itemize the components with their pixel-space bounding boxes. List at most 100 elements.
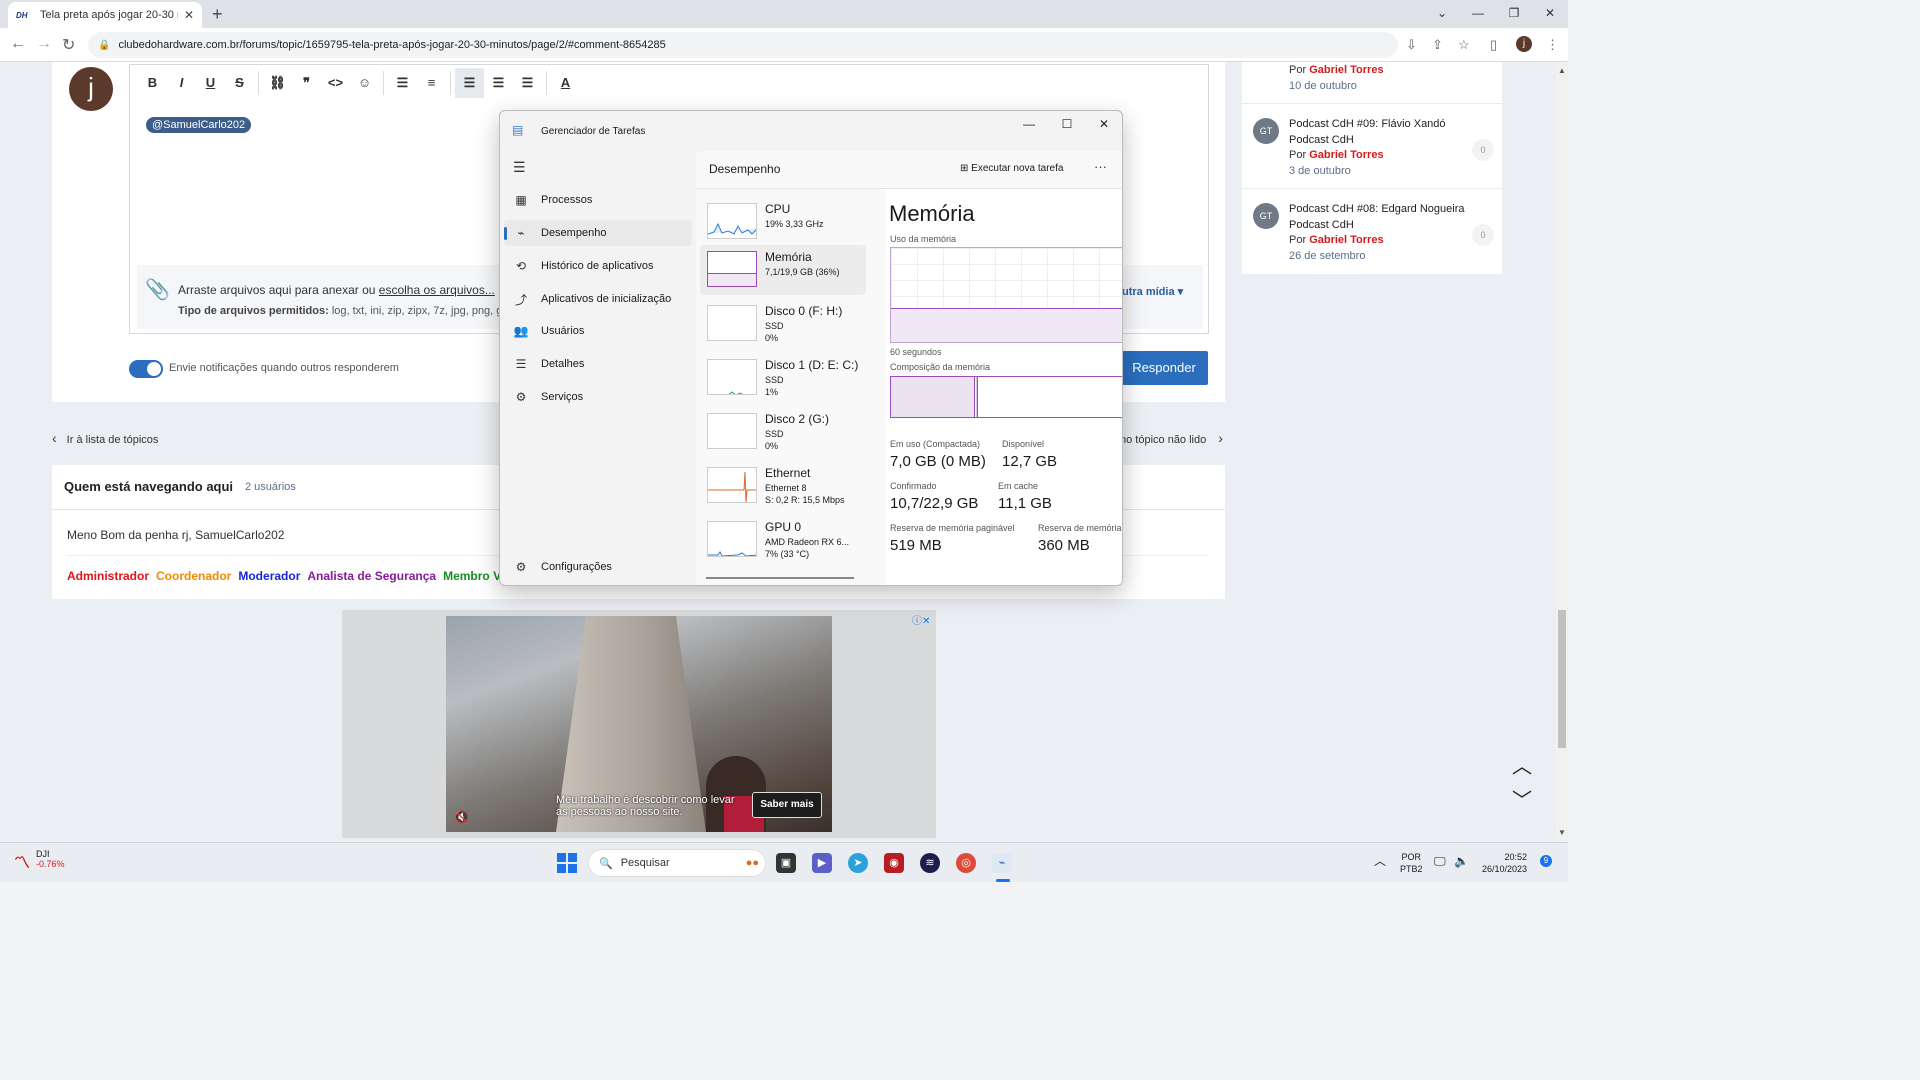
profile-avatar[interactable]: j <box>1516 36 1532 52</box>
back-icon[interactable]: ← <box>10 35 26 53</box>
list-item[interactable]: Por Gabriel Torres 10 de outubro <box>1242 62 1502 104</box>
align-right-icon[interactable]: ☰ <box>513 68 542 98</box>
reload-icon[interactable]: ↻ <box>62 35 75 55</box>
app-red-icon[interactable]: ◉ <box>884 853 904 873</box>
nav-configuracoes[interactable]: ⚙ Configurações <box>504 554 692 580</box>
code-icon[interactable]: <> <box>321 68 350 98</box>
avatar: GT <box>1253 203 1279 229</box>
start-button[interactable] <box>557 853 577 873</box>
align-left-icon[interactable]: ☰ <box>455 68 484 98</box>
stat-label: Confirmado <box>890 481 937 491</box>
page-scrollbar[interactable]: ▲ ▼ <box>1556 62 1568 842</box>
link-icon[interactable]: ⛓ <box>263 68 292 98</box>
close-tab-icon[interactable]: ✕ <box>184 8 194 22</box>
share-icon[interactable]: ⇪ <box>1432 37 1443 53</box>
italic-icon[interactable]: I <box>167 68 196 98</box>
install-icon[interactable]: ⇩ <box>1406 37 1417 53</box>
disk-graph-thumb <box>707 413 757 449</box>
resource-disco-0[interactable]: Disco 0 (F: H:) SSD 0% <box>700 299 866 349</box>
resource-detail: S: 0,2 R: 15,5 Mbps <box>765 495 845 505</box>
taskbar-search[interactable]: 🔍 Pesquisar ●● <box>588 849 766 877</box>
resource-ethernet[interactable]: Ethernet Ethernet 8 S: 0,2 R: 15,5 Mbps <box>700 461 866 511</box>
new-tab-icon[interactable]: + <box>212 4 223 25</box>
scrollbar-thumb[interactable] <box>1558 610 1566 748</box>
close-icon[interactable]: ✕ <box>1089 117 1119 131</box>
minimize-icon[interactable]: — <box>1460 0 1496 28</box>
run-new-task-button[interactable]: ⊞ Executar nova tarefa <box>960 163 1063 174</box>
language-indicator[interactable]: POR PTB2 <box>1400 851 1423 875</box>
task-view-icon[interactable]: ▣ <box>776 853 796 873</box>
bookmark-star-icon[interactable]: ☆ <box>1458 37 1470 53</box>
address-bar[interactable]: 🔒 clubedohardware.com.br/forums/topic/16… <box>88 32 1398 58</box>
task-manager-taskbar-icon[interactable]: ⌁ <box>992 853 1012 873</box>
font-color-icon[interactable]: A <box>551 68 580 98</box>
emoji-icon[interactable]: ☺ <box>350 68 379 98</box>
user-avatar[interactable]: j <box>69 67 113 111</box>
reply-button[interactable]: Responder <box>1120 351 1208 385</box>
nav-usuarios[interactable]: 👥 Usuários <box>504 318 692 344</box>
scroll-down-icon[interactable]: ﹀ <box>1512 784 1532 813</box>
maximize-icon[interactable]: ☐ <box>1052 117 1082 131</box>
nav-servicos[interactable]: ⚙ Serviços <box>504 384 692 410</box>
close-window-icon[interactable]: ✕ <box>1532 0 1568 28</box>
more-options-icon[interactable]: ··· <box>1094 159 1107 174</box>
chevron-right-icon: › <box>1218 430 1223 446</box>
notify-toggle[interactable] <box>129 360 163 378</box>
item-title[interactable]: Podcast CdH #09: Flávio Xandó Podcast Cd… <box>1289 116 1469 148</box>
nav-inicializacao[interactable]: ⤴ Aplicativos de inicialização <box>504 286 692 312</box>
list-item[interactable]: GT Podcast CdH #08: Edgard Nogueira Podc… <box>1242 190 1502 274</box>
resource-disco-2[interactable]: Disco 2 (G:) SSD 0% <box>700 407 866 457</box>
nav-detalhes[interactable]: ☰ Detalhes <box>504 351 692 377</box>
resource-cpu[interactable]: CPU 19% 3,33 GHz <box>700 197 866 247</box>
bold-icon[interactable]: B <box>138 68 167 98</box>
forward-icon[interactable]: → <box>36 35 52 53</box>
minimize-icon[interactable]: — <box>1014 117 1044 131</box>
chrome-icon[interactable]: ◎ <box>956 853 976 873</box>
lock-icon: 🔒 <box>98 39 111 51</box>
scrollbar-down-icon[interactable]: ▼ <box>1558 828 1566 837</box>
browser-tab[interactable]: DH Tela preta após jogar 20-30 min ✕ <box>8 2 202 28</box>
quote-icon[interactable]: ❞ <box>292 68 321 98</box>
back-to-topics-link[interactable]: ‹ Ir à lista de tópicos <box>52 430 158 446</box>
app-blue-icon[interactable]: ≋ <box>920 853 940 873</box>
item-title[interactable]: Podcast CdH #08: Edgard Nogueira Podcast… <box>1289 201 1469 233</box>
mention-chip[interactable]: @SamuelCarlo202 <box>146 117 252 133</box>
tab-search-icon[interactable]: ⌄ <box>1424 0 1460 28</box>
choose-files-link[interactable]: escolha os arquivos... <box>379 283 495 297</box>
volume-icon[interactable]: 🔈 <box>1454 855 1469 867</box>
menu-kebab-icon[interactable]: ⋮ <box>1546 37 1559 53</box>
tray-chevron-icon[interactable]: ︿ <box>1374 855 1386 867</box>
list-item[interactable]: GT Podcast CdH #09: Flávio Xandó Podcast… <box>1242 105 1502 189</box>
bullet-list-icon[interactable]: ☰ <box>388 68 417 98</box>
ad-video[interactable]: 🔇 Meu trabalho é descobrir como levar as… <box>446 616 832 832</box>
resource-memoria[interactable]: Memória 7,1/19,9 GB (36%) <box>700 245 866 295</box>
underline-icon[interactable]: U <box>196 68 225 98</box>
resource-disco-1[interactable]: Disco 1 (D: E: C:) SSD 1% <box>700 353 866 403</box>
align-center-icon[interactable]: ☰ <box>484 68 513 98</box>
next-unread-topic-link[interactable]: no tópico não lido › <box>1120 430 1223 446</box>
numbered-list-icon[interactable]: ≡ <box>417 68 446 98</box>
telegram-icon[interactable]: ➤ <box>848 853 868 873</box>
memory-title: Memória <box>889 201 975 226</box>
horizontal-scrollbar[interactable] <box>706 577 854 579</box>
scrollbar-up-icon[interactable]: ▲ <box>1558 66 1566 75</box>
scroll-up-icon[interactable]: ︿ <box>1512 750 1532 779</box>
other-media-dropdown[interactable]: utra mídia ▾ <box>1122 285 1183 298</box>
clock[interactable]: 20:52 26/10/2023 <box>1482 851 1527 875</box>
teams-icon[interactable]: ▶ <box>812 853 832 873</box>
strikethrough-icon[interactable]: S <box>225 68 254 98</box>
stock-widget[interactable]: 〽 DJI -0.76% <box>14 849 65 873</box>
ad-cta-button[interactable]: Saber mais <box>752 792 822 818</box>
mute-icon[interactable]: 🔇 <box>454 810 469 824</box>
nav-historico[interactable]: ⟲ Histórico de aplicativos <box>504 253 692 279</box>
side-panel-icon[interactable]: ▯ <box>1490 37 1497 53</box>
nav-processos[interactable]: ▦ Processos <box>504 187 692 213</box>
restore-icon[interactable]: ❐ <box>1496 0 1532 28</box>
notification-badge[interactable]: 9 <box>1540 855 1552 867</box>
hamburger-menu-icon[interactable]: ☰ <box>513 159 526 176</box>
resource-gpu-0[interactable]: GPU 0 AMD Radeon RX 6... 7% (33 °C) <box>700 515 866 565</box>
network-icon[interactable]: 🖵 <box>1434 855 1446 867</box>
nav-desempenho[interactable]: ⌁ Desempenho <box>504 220 692 246</box>
ad-info-icon[interactable]: ⓘ✕ <box>912 612 930 627</box>
paperclip-icon: 📎 <box>145 279 170 301</box>
